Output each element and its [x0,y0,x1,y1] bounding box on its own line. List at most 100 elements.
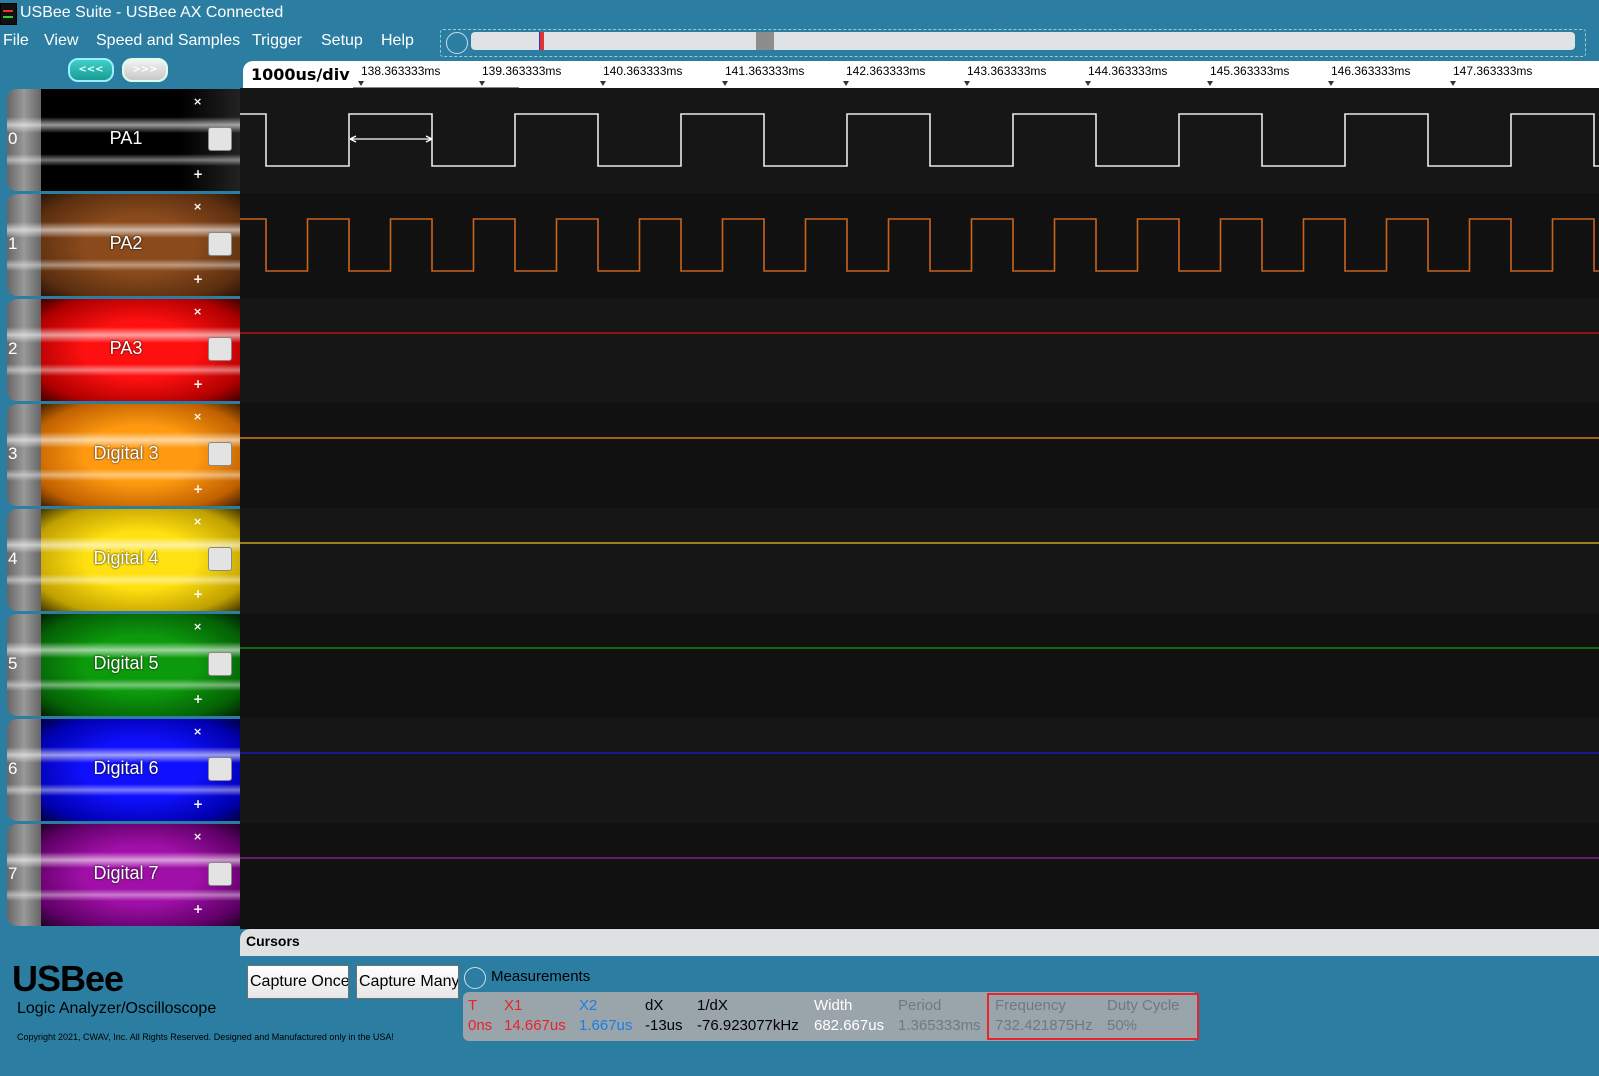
meas-t: T 0ns [468,996,492,1036]
channel-checkbox[interactable] [208,757,232,781]
highlight-box [987,993,1199,1040]
gloss [7,889,240,901]
gloss [7,679,240,691]
time-tick: 141.363333ms [725,64,805,78]
tick-mark [600,81,606,86]
close-icon[interactable]: × [193,515,202,528]
plus-icon[interactable]: + [193,692,203,706]
plus-icon[interactable]: + [193,482,203,496]
plus-icon[interactable]: + [193,272,203,286]
channel-name[interactable]: Digital 7 [41,863,211,884]
channel-row[interactable]: 2 PA3 × + [7,299,240,401]
time-tick: 142.363333ms [846,64,926,78]
lane-background [240,403,1599,508]
meas-x1: X1 14.667us [504,996,566,1036]
meas-header: X2 [579,997,598,1014]
channel-checkbox[interactable] [208,547,232,571]
meas-value: -76.923077kHz [697,1017,799,1034]
meas-period: Period 1.365333ms [898,996,981,1036]
tick-mark [358,81,364,86]
channel-checkbox[interactable] [208,127,232,151]
channel-row[interactable]: 4 Digital 4 × + [7,509,240,611]
overview-thumb[interactable] [756,32,774,50]
cursors-bar[interactable]: Cursors [240,929,1599,956]
plus-icon[interactable]: + [193,587,203,601]
close-icon[interactable]: × [193,725,202,738]
channel-index: 1 [8,234,18,253]
waveform-canvas[interactable] [240,88,1599,929]
measurements-radio[interactable] [464,967,486,989]
meas-header: T [468,997,478,1014]
channel-checkbox[interactable] [208,652,232,676]
tick-mark [1328,81,1334,86]
menu-file[interactable]: File [3,32,29,50]
close-icon[interactable]: × [193,830,202,843]
menu-help[interactable]: Help [381,32,414,50]
capture-once-button[interactable]: Capture Once [247,965,349,999]
lane-background [240,88,1599,193]
time-tick: 140.363333ms [603,64,683,78]
gloss [7,784,240,796]
channel-index: 2 [8,339,18,358]
channel-row[interactable]: 6 Digital 6 × + [7,719,240,821]
overview-radio[interactable] [446,32,468,54]
lane-background [240,508,1599,613]
time-ruler[interactable]: 1000us/div 138.363333ms 139.363333ms 140… [243,61,1599,88]
menu-trigger[interactable]: Trigger [252,32,302,50]
close-icon[interactable]: × [193,95,202,108]
channel-checkbox[interactable] [208,232,232,256]
channel-checkbox[interactable] [208,442,232,466]
brand-tagline: Logic Analyzer/Oscilloscope [17,1000,217,1017]
time-tick: 138.363333ms [361,64,441,78]
meas-value: 682.667us [814,1017,885,1034]
meas-header: Width [814,997,853,1014]
gloss [7,364,240,376]
tick-mark [1207,81,1213,86]
tick-mark [479,81,485,86]
gloss [7,469,240,481]
cursors-label: Cursors [246,933,300,949]
channel-name[interactable]: Digital 3 [41,443,211,464]
channel-row[interactable]: 7 Digital 7 × + [7,824,240,926]
channel-checkbox[interactable] [208,862,232,886]
close-icon[interactable]: × [193,410,202,423]
close-icon[interactable]: × [193,305,202,318]
meas-value: 14.667us [504,1017,566,1034]
meas-value: 0ns [468,1017,493,1034]
overview-scroller[interactable] [440,29,1586,57]
channel-row[interactable]: 0 PA1 × + [7,89,240,191]
channel-name[interactable]: PA3 [41,338,211,359]
meas-x2: X2 1.667us [579,996,632,1036]
channel-name[interactable]: Digital 4 [41,548,211,569]
channel-row[interactable]: 1 PA2 × + [7,194,240,296]
plus-icon[interactable]: + [193,167,203,181]
meas-inv-dx: 1/dX -76.923077kHz [697,996,799,1036]
channel-row[interactable]: 5 Digital 5 × + [7,614,240,716]
lane-background [240,193,1599,298]
plus-icon[interactable]: + [193,797,203,811]
menu-speed-and-samples[interactable]: Speed and Samples [96,32,240,50]
overview-track[interactable] [471,32,1575,50]
close-icon[interactable]: × [193,620,202,633]
close-icon[interactable]: × [193,200,202,213]
channel-name[interactable]: PA2 [41,233,211,254]
tick-mark [1085,81,1091,86]
menu-view[interactable]: View [44,32,78,50]
channel-name[interactable]: Digital 6 [41,758,211,779]
channel-checkbox[interactable] [208,337,232,361]
plus-icon[interactable]: + [193,377,203,391]
channel-name[interactable]: Digital 5 [41,653,211,674]
time-tick: 147.363333ms [1453,64,1533,78]
gloss [7,259,240,271]
prev-button[interactable]: <<< [68,58,114,82]
plus-icon[interactable]: + [193,902,203,916]
waveform-area[interactable] [240,88,1599,929]
next-button[interactable]: >>> [122,58,168,82]
meas-value: 1.667us [579,1017,633,1034]
meas-dx: dX -13us [645,996,683,1036]
capture-many-button[interactable]: Capture Many [356,965,459,999]
channel-row[interactable]: 3 Digital 3 × + [7,404,240,506]
menu-setup[interactable]: Setup [321,32,363,50]
lane-background [240,823,1599,928]
channel-name[interactable]: PA1 [41,128,211,149]
